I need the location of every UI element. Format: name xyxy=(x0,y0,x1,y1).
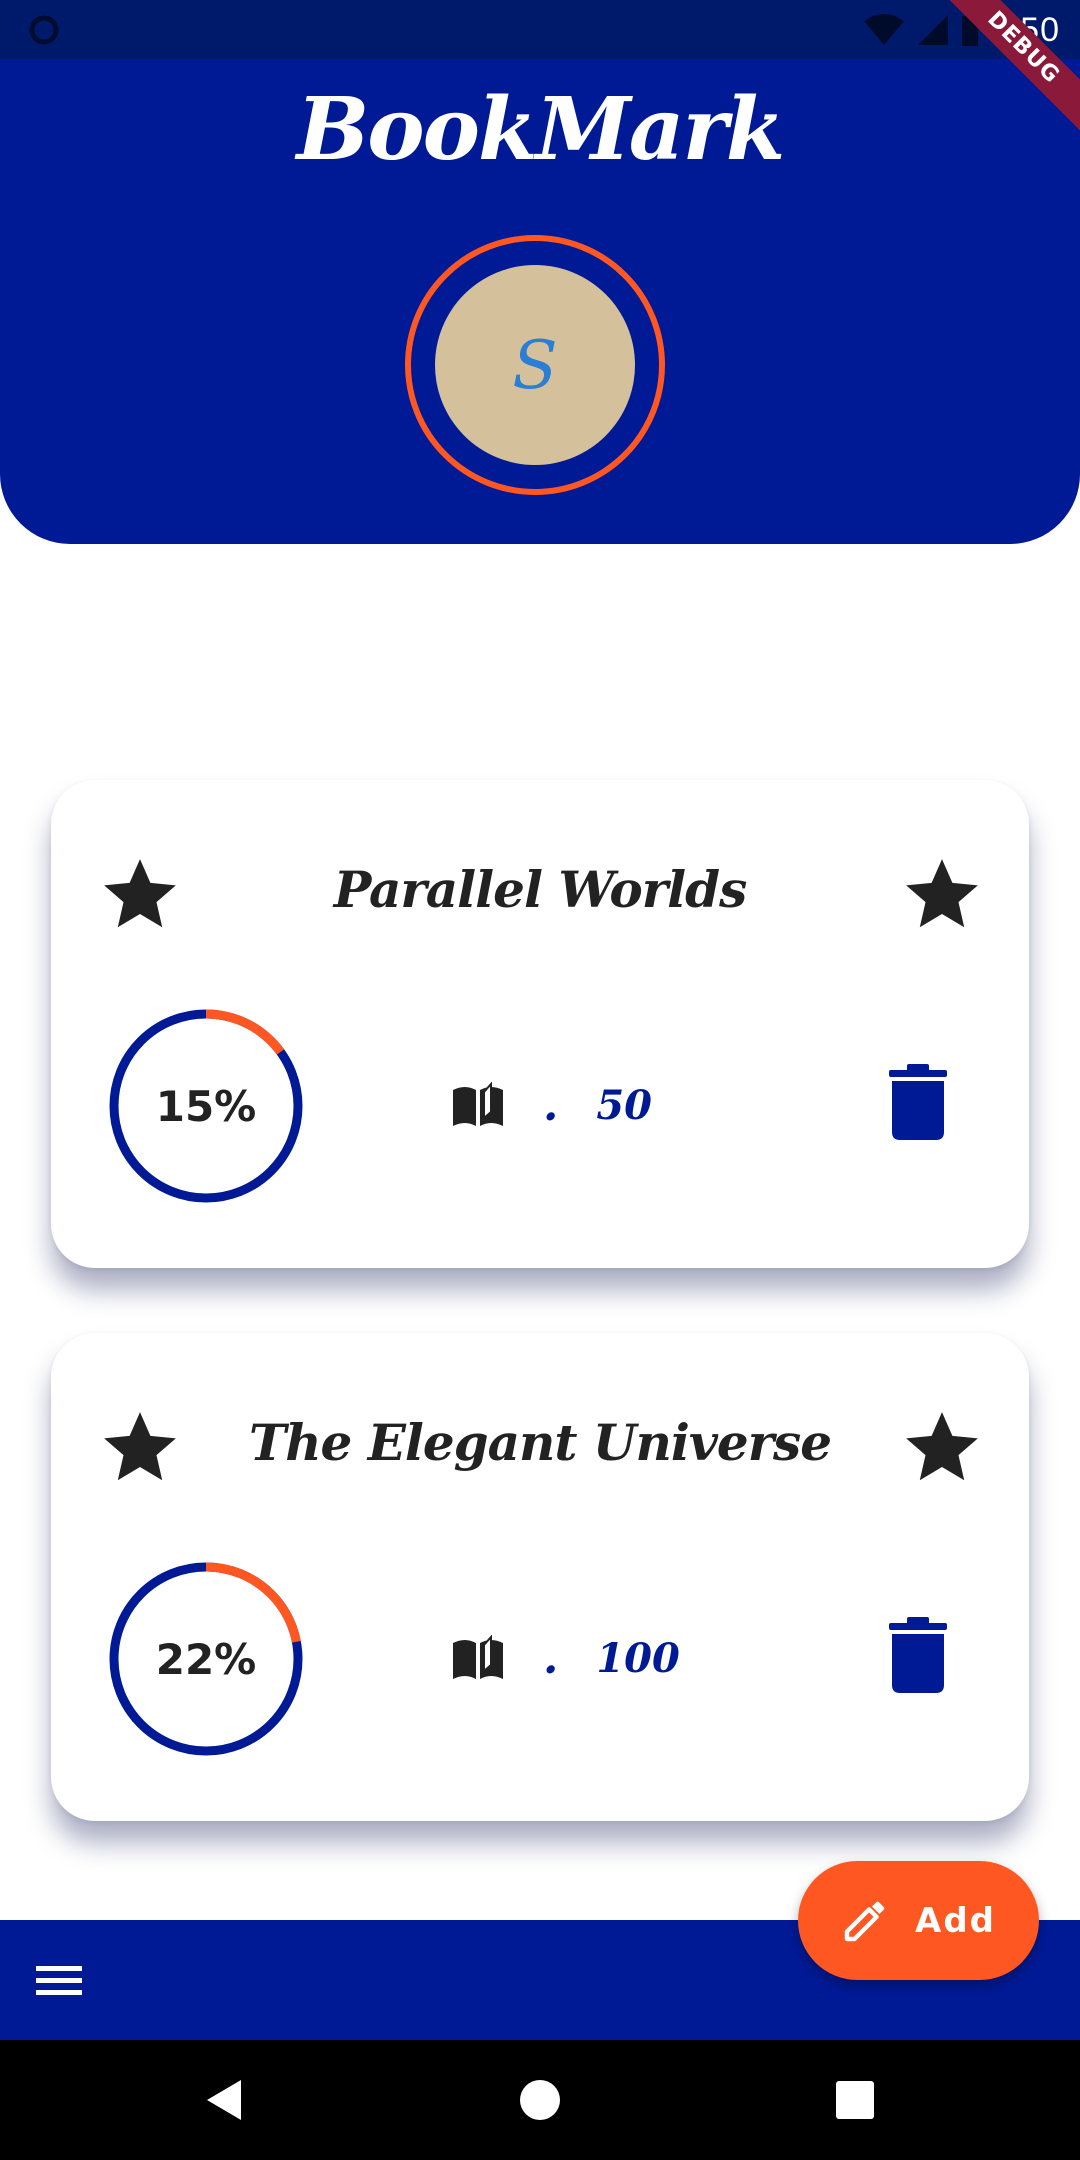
app-title: BookMark xyxy=(296,79,786,180)
pages-info: . 50 xyxy=(451,1070,652,1140)
add-button[interactable]: Add xyxy=(798,1861,1039,1980)
notification-icon xyxy=(29,15,59,45)
star-icon[interactable] xyxy=(97,852,183,938)
pages-count: 50 xyxy=(596,1081,652,1129)
book-title: The Elegant Universe xyxy=(248,1413,832,1472)
pages-info: . 100 xyxy=(451,1623,680,1693)
back-icon[interactable] xyxy=(195,2070,255,2130)
star-icon[interactable] xyxy=(899,1405,985,1491)
progress-ring: 22% xyxy=(108,1561,304,1757)
book-icon xyxy=(453,1635,503,1679)
screen: 8:50 DEBUG BookMark S Parallel Worlds 15… xyxy=(0,0,1080,2160)
book-title: Parallel Worlds xyxy=(333,860,747,919)
progress-label: 22% xyxy=(155,1634,257,1684)
book-card[interactable]: Parallel Worlds 15% . 50 xyxy=(51,780,1029,1268)
progress-label: 15% xyxy=(155,1081,257,1131)
signal-icon xyxy=(917,15,948,45)
star-icon[interactable] xyxy=(97,1405,183,1491)
avatar[interactable]: S xyxy=(435,265,635,465)
menu-icon[interactable] xyxy=(34,1958,84,2002)
avatar-ring[interactable]: S xyxy=(405,235,665,495)
pages-count: 100 xyxy=(596,1634,680,1682)
home-icon[interactable] xyxy=(510,2070,570,2130)
star-icon[interactable] xyxy=(899,852,985,938)
progress-ring: 15% xyxy=(108,1008,304,1204)
system-nav-bar xyxy=(0,2040,1080,2160)
trash-icon[interactable] xyxy=(887,1617,949,1693)
add-button-label: Add xyxy=(915,1900,996,1941)
separator: . xyxy=(543,1079,559,1131)
recents-icon[interactable] xyxy=(825,2070,885,2130)
pencil-icon xyxy=(844,1901,885,1941)
trash-icon[interactable] xyxy=(887,1064,949,1140)
avatar-initial: S xyxy=(512,326,558,404)
book-card[interactable]: The Elegant Universe 22% . 100 xyxy=(51,1333,1029,1821)
separator: . xyxy=(543,1632,559,1684)
wifi-icon xyxy=(863,14,904,45)
header: BookMark S xyxy=(0,59,1080,544)
book-icon xyxy=(453,1082,503,1126)
status-bar: 8:50 xyxy=(0,0,1080,59)
